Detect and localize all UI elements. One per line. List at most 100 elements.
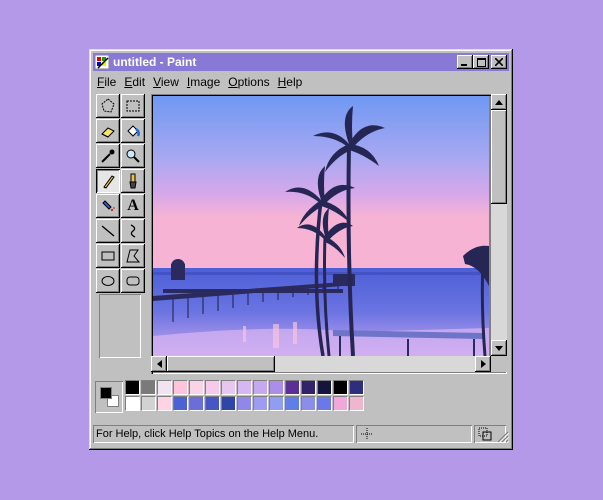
rect-select-tool[interactable]: [121, 94, 145, 118]
scroll-down-button[interactable]: [491, 340, 507, 356]
palette-color-swatch[interactable]: [141, 380, 156, 395]
palette-color-swatch[interactable]: [253, 380, 268, 395]
palette-color-swatch[interactable]: [253, 396, 268, 411]
palette-color-swatch[interactable]: [189, 396, 204, 411]
palette-color-swatch[interactable]: [173, 380, 188, 395]
rectangle-tool[interactable]: [96, 244, 120, 268]
horizontal-scrollbar[interactable]: [151, 356, 491, 372]
free-form-select-tool[interactable]: [96, 94, 120, 118]
maximize-icon: [476, 57, 486, 67]
menu-bar: File Edit View Image Options Help: [93, 72, 509, 92]
palette-color-swatch[interactable]: [317, 396, 332, 411]
text-icon: A: [127, 197, 139, 214]
palette-color-swatch[interactable]: [141, 396, 156, 411]
tool-options-box[interactable]: [99, 294, 141, 358]
palette-color-swatch[interactable]: [125, 380, 140, 395]
foreground-color-swatch[interactable]: [100, 387, 112, 399]
free-form-select-icon: [101, 98, 115, 113]
text-tool[interactable]: A: [121, 194, 145, 218]
minimize-icon: [461, 64, 467, 66]
curve-tool[interactable]: [121, 219, 145, 243]
ellipse-tool[interactable]: [96, 269, 120, 293]
palette-color-swatch[interactable]: [157, 396, 172, 411]
menu-edit-label: dit: [132, 75, 146, 89]
drawing-canvas[interactable]: [153, 96, 489, 356]
minimize-button[interactable]: [457, 55, 473, 69]
maximize-button[interactable]: [473, 55, 489, 69]
palette-color-swatch[interactable]: [333, 396, 348, 411]
window-title: untitled - Paint: [113, 55, 197, 69]
airbrush-tool[interactable]: [96, 194, 120, 218]
brush-tool[interactable]: [121, 169, 145, 193]
rounded-rect-tool[interactable]: [121, 269, 145, 293]
palette-color-swatch[interactable]: [317, 380, 332, 395]
rect-select-icon: [126, 100, 140, 112]
palette-color-swatch[interactable]: [205, 396, 220, 411]
horizontal-scroll-thumb[interactable]: [167, 356, 275, 372]
title-bar[interactable]: untitled - Paint: [93, 53, 509, 71]
palette-color-swatch[interactable]: [125, 396, 140, 411]
palette-color-swatch[interactable]: [173, 396, 188, 411]
arrow-right-icon: [480, 360, 486, 368]
palette-color-swatch[interactable]: [237, 396, 252, 411]
menu-image[interactable]: Image: [183, 75, 224, 89]
palette-color-swatch[interactable]: [285, 380, 300, 395]
close-button[interactable]: [491, 55, 507, 69]
menu-options-mnemonic: O: [228, 75, 238, 89]
color-picker-tool[interactable]: [96, 144, 120, 168]
magnifier-tool[interactable]: [121, 144, 145, 168]
menu-edit[interactable]: Edit: [120, 75, 149, 89]
selection-size-icon: [478, 427, 492, 441]
menu-file[interactable]: File: [93, 75, 120, 89]
airbrush-icon: [102, 200, 115, 211]
pencil-tool[interactable]: [96, 169, 120, 193]
menu-help[interactable]: Help: [274, 75, 307, 89]
cursor-position-pane: [356, 425, 472, 443]
rounded-rect-icon: [126, 276, 140, 286]
vertical-scrollbar[interactable]: [491, 94, 507, 356]
palette-color-swatch[interactable]: [285, 396, 300, 411]
palette-color-swatch[interactable]: [349, 396, 364, 411]
arrow-down-icon: [495, 345, 503, 351]
menu-help-mnemonic: H: [277, 75, 287, 89]
palette-color-swatch[interactable]: [269, 380, 284, 395]
eraser-tool[interactable]: [96, 119, 120, 143]
palette-color-swatch[interactable]: [205, 380, 220, 395]
menu-view[interactable]: View: [149, 75, 183, 89]
scroll-right-button[interactable]: [475, 356, 491, 372]
vertical-scroll-thumb[interactable]: [491, 110, 507, 204]
color-palette: [93, 379, 509, 419]
menu-view-mnemonic: V: [153, 75, 161, 89]
fill-bucket-icon: [127, 125, 140, 137]
cursor-position-icon: [361, 428, 373, 440]
polygon-tool[interactable]: [121, 244, 145, 268]
status-bar: For Help, click Help Topics on the Help …: [93, 424, 509, 444]
scroll-left-button[interactable]: [151, 356, 167, 372]
polygon-icon: [126, 249, 141, 263]
palette-color-swatch[interactable]: [221, 396, 236, 411]
palette-color-swatch[interactable]: [301, 396, 316, 411]
toolbox: A: [96, 94, 145, 364]
scroll-up-button[interactable]: [491, 94, 507, 110]
scrollbar-corner: [491, 356, 507, 372]
menu-view-label: iew: [160, 75, 179, 89]
palette-color-swatch[interactable]: [333, 380, 348, 395]
current-colors[interactable]: [95, 381, 123, 413]
menu-options[interactable]: Options: [224, 75, 273, 89]
eraser-icon: [101, 127, 115, 138]
palette-color-swatch[interactable]: [349, 380, 364, 395]
rectangle-icon: [101, 251, 115, 261]
palette-color-swatch[interactable]: [221, 380, 236, 395]
palette-color-swatch[interactable]: [301, 380, 316, 395]
line-tool[interactable]: [96, 219, 120, 243]
palette-color-swatch[interactable]: [157, 380, 172, 395]
palette-color-swatch[interactable]: [189, 380, 204, 395]
resize-grip-icon[interactable]: [497, 431, 509, 443]
canvas-area: [151, 94, 507, 374]
paint-app-icon: [95, 55, 109, 69]
brush-icon: [129, 173, 137, 189]
status-help-text: For Help, click Help Topics on the Help …: [93, 425, 354, 443]
palette-color-swatch[interactable]: [237, 380, 252, 395]
palette-color-swatch[interactable]: [269, 396, 284, 411]
fill-bucket-tool[interactable]: [121, 119, 145, 143]
